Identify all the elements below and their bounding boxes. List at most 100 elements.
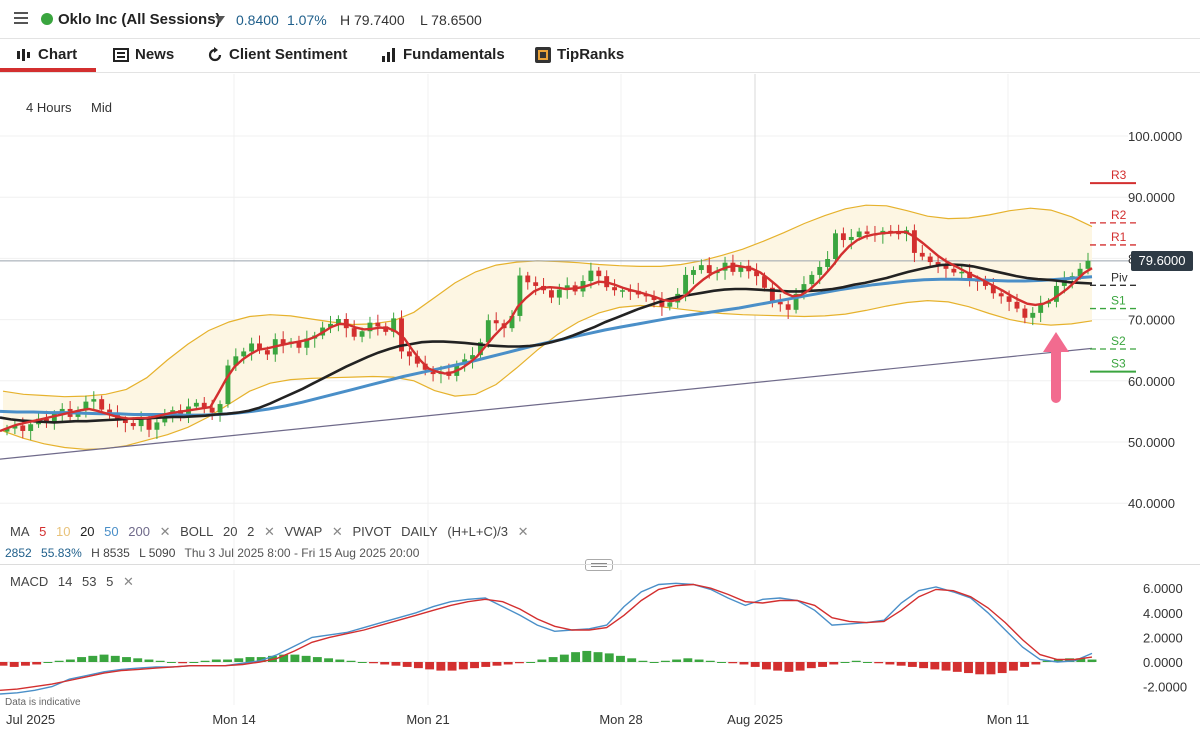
macd-histogram-bar	[986, 662, 996, 675]
macd-histogram-bar	[818, 662, 828, 667]
candle-body	[525, 275, 531, 283]
macd-histogram-bar	[335, 659, 345, 662]
candle-body	[493, 320, 499, 324]
macd-histogram-bar	[571, 652, 581, 662]
candle-body	[351, 328, 357, 337]
date-tick-label: Mon 21	[406, 712, 449, 727]
macd-histogram-bar	[896, 662, 906, 666]
candle-body	[667, 302, 673, 307]
candle-body	[683, 274, 689, 294]
candle	[225, 359, 231, 408]
macd-histogram-bar	[1031, 662, 1041, 665]
bollinger-fill	[3, 205, 1092, 450]
macd-histogram-bar	[941, 662, 951, 671]
remove-vwap-icon[interactable]: ✕	[332, 524, 343, 539]
candle-body	[264, 350, 270, 355]
candle-body	[1053, 285, 1059, 302]
indicator-legend: MA 5 10 20 50 200 ✕ BOLL 20 2 ✕ VWAP ✕ P…	[10, 524, 535, 540]
ma10-period[interactable]: 10	[56, 524, 70, 539]
candle-body	[691, 270, 696, 275]
macd-histogram-bar	[750, 662, 760, 667]
last-price-label: 79.6000	[1131, 250, 1193, 271]
remove-pivot-icon[interactable]: ✕	[518, 524, 529, 539]
boll-period[interactable]: 20	[223, 524, 237, 539]
hamburger-menu-icon[interactable]	[14, 12, 28, 24]
instrument-header: Oklo Inc (All Sessions) 0.8400 1.07% H 7…	[0, 0, 1200, 39]
macd-histogram-bar	[761, 662, 771, 670]
tab-fundamentals[interactable]: Fundamentals	[381, 46, 505, 63]
candle-body	[556, 289, 562, 298]
pivot-label-piv: Piv	[1111, 270, 1128, 284]
macd-histogram-bar	[907, 662, 917, 667]
macd-histogram-bar	[672, 659, 682, 662]
macd-histogram-bar	[627, 658, 637, 662]
price-change-pct: 1.07%	[287, 12, 327, 28]
pivot-type[interactable]: DAILY	[401, 524, 438, 539]
price-tick-label: 100.0000	[1128, 129, 1182, 144]
tab-tipranks[interactable]: TipRanks	[535, 46, 624, 63]
macd-histogram-bar	[65, 659, 75, 662]
annotation-arrow	[1043, 332, 1069, 403]
date-axis: Jul 2025 Mon 14 Mon 21 Mon 28 Aug 2025 Mon 11	[6, 712, 1029, 727]
macd-histogram-bar	[391, 662, 401, 666]
chevron-down-icon[interactable]	[215, 16, 225, 23]
session-high: H 79.7400	[340, 12, 405, 28]
instrument-title[interactable]: Oklo Inc (All Sessions)	[58, 11, 221, 28]
ma20-period[interactable]: 20	[80, 524, 94, 539]
market-status-icon	[41, 13, 53, 25]
macd-histogram-bar	[638, 660, 648, 662]
tab-bar: Chart News Client Sentiment Fundamentals…	[0, 38, 1200, 73]
macd-histogram-bar	[526, 662, 536, 663]
macd-histogram-bar	[503, 662, 513, 665]
tab-client-sentiment[interactable]: Client Sentiment	[207, 46, 347, 63]
vwap-label: VWAP	[284, 524, 323, 539]
candle-body	[533, 282, 539, 286]
macd-histogram-bar	[694, 659, 704, 662]
ma5-period[interactable]: 5	[39, 524, 46, 539]
macd-histogram-bar	[874, 662, 884, 664]
macd-histogram-bar	[122, 657, 131, 662]
candle-body	[817, 266, 823, 275]
candle-body	[809, 274, 815, 285]
stat-value: 2852	[5, 546, 32, 560]
remove-ma-icon[interactable]: ✕	[160, 524, 171, 539]
macd-histogram-bar	[200, 660, 210, 662]
candlestick-chart-icon	[17, 48, 30, 61]
ma50-period[interactable]: 50	[104, 524, 118, 539]
candle-body	[406, 351, 412, 357]
macd-histogram-bar	[705, 660, 715, 662]
candle-body	[193, 402, 199, 407]
pivot-label-r2: R2	[1111, 208, 1127, 222]
macd-signal[interactable]: 5	[106, 574, 113, 589]
macd-tick-label: 2.0000	[1143, 630, 1183, 645]
boll-label: BOLL	[180, 524, 214, 539]
macd-slow[interactable]: 53	[82, 574, 96, 589]
candle-body	[856, 231, 862, 237]
last-price-value: 79.6000	[1138, 252, 1186, 268]
macd-histogram-bar	[425, 662, 435, 670]
price-chart[interactable]: R3R2R1PivS1S2S3 40.000050.000060.000070.…	[0, 74, 1200, 732]
news-icon	[113, 47, 129, 62]
pane-resize-handle[interactable]	[585, 559, 613, 571]
candle-body	[864, 231, 870, 234]
remove-macd-icon[interactable]: ✕	[123, 574, 134, 589]
macd-histogram-bar	[728, 662, 738, 664]
boll-deviation[interactable]: 2	[247, 524, 254, 539]
macd-histogram-bar	[234, 658, 244, 662]
macd-fast[interactable]: 14	[58, 574, 72, 589]
macd-histogram-bar	[952, 662, 962, 672]
macd-histogram-bar	[189, 662, 199, 663]
ma200-period[interactable]: 200	[128, 524, 150, 539]
macd-histogram-bar	[548, 657, 558, 662]
pivot-label-s2: S2	[1111, 334, 1126, 348]
macd-histogram-bar	[43, 662, 53, 663]
tab-news[interactable]: News	[113, 46, 174, 63]
macd-label: MACD	[10, 574, 49, 589]
session-low: L 78.6500	[420, 12, 482, 28]
candle	[517, 267, 523, 322]
macd-histogram-bar	[649, 662, 659, 663]
tab-chart[interactable]: Chart	[16, 46, 77, 63]
remove-boll-icon[interactable]: ✕	[264, 524, 275, 539]
candle-body	[840, 233, 846, 241]
macd-histogram-bar	[514, 662, 524, 664]
